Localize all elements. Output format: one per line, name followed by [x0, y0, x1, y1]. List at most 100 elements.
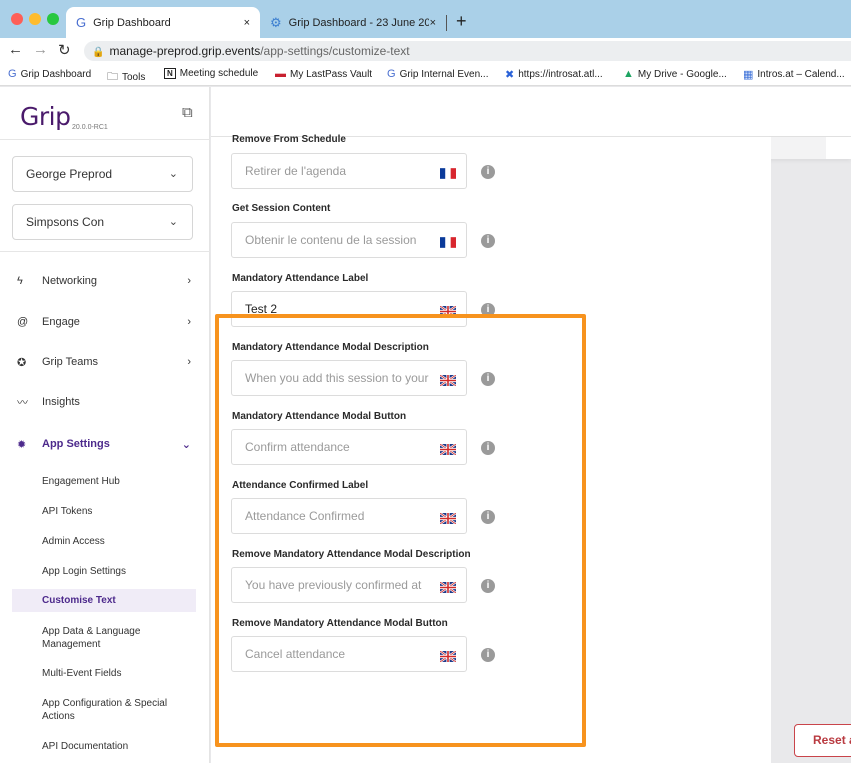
- subitem-api-documentation[interactable]: API Documentation: [42, 740, 192, 753]
- sidebar-item-label: Grip Teams: [42, 356, 99, 368]
- bookmark-label: My Drive - Google...: [637, 68, 727, 80]
- bookmark-label: Tools: [122, 72, 146, 83]
- url-host: manage-preprod.grip.events: [109, 44, 261, 58]
- grip-favicon-icon: G: [76, 15, 87, 30]
- networking-icon: ϟ: [17, 275, 23, 287]
- event-select[interactable]: Simpsons Con ⌄: [12, 204, 193, 240]
- url-input[interactable]: 🔒 manage-preprod.grip.events/app-settings…: [84, 41, 851, 61]
- reset-button[interactable]: Reset a: [794, 724, 851, 757]
- at-icon: @: [17, 316, 29, 328]
- back-arrow-icon[interactable]: ←: [8, 41, 23, 58]
- organisation-select[interactable]: George Preprod ⌄: [12, 156, 193, 192]
- field-label: Mandatory Attendance Label: [232, 273, 369, 284]
- google-drive-icon: ▲: [623, 68, 634, 80]
- reload-icon[interactable]: ↻: [58, 41, 71, 59]
- subitem-customise-text[interactable]: Customise Text: [42, 594, 192, 607]
- version-label: 20.0.0-RC1: [72, 124, 108, 131]
- chevron-down-icon: ⌄: [168, 168, 178, 180]
- floating-tab-strip: [768, 137, 851, 159]
- text-input-get-session-content[interactable]: Obtenir le contenu de la session: [231, 222, 467, 258]
- insights-icon: 〰: [17, 397, 28, 409]
- bookmark-label: Grip Dashboard: [20, 68, 92, 80]
- tab-title: Grip Dashboard - 23 June 202: [288, 16, 429, 29]
- main-content: Remove From Schedule Retirer de l'agenda…: [211, 87, 851, 763]
- customise-text-panel: Remove From Schedule Retirer de l'agenda…: [211, 134, 771, 763]
- address-bar-row: ← → ↻ 🔒 manage-preprod.grip.events/app-se…: [0, 38, 851, 64]
- sidebar-divider: [0, 139, 210, 140]
- sidebar-item-grip-teams[interactable]: ✪ Grip Teams ›: [17, 352, 195, 372]
- sidebar-item-label: Engage: [42, 316, 80, 328]
- bookmark-my-drive[interactable]: ▲ My Drive - Google...: [623, 68, 727, 80]
- organisation-select-value: George Preprod: [26, 167, 113, 181]
- grip-logo: Grip: [20, 102, 71, 131]
- copy-icon[interactable]: ⧉: [182, 104, 193, 121]
- bookmark-label: https://introsat.atl...: [518, 69, 603, 80]
- chevron-right-icon: ›: [187, 356, 191, 368]
- grip-icon: G: [387, 68, 396, 80]
- browser-tab-grip-dashboard[interactable]: G Grip Dashboard ×: [66, 7, 260, 38]
- bookmark-label: My LastPass Vault: [290, 68, 373, 80]
- subitem-app-login-settings[interactable]: App Login Settings: [42, 565, 192, 578]
- url-path: /app-settings/customize-text: [260, 44, 410, 58]
- input-value: Retirer de l'agenda: [245, 164, 347, 178]
- subitem-app-data-language[interactable]: App Data & Language Management: [42, 625, 162, 651]
- france-flag-icon: [440, 166, 456, 179]
- content-top-bar: [211, 87, 851, 137]
- chevron-right-icon: ›: [187, 316, 191, 328]
- folder-icon: 🗀: [107, 71, 118, 83]
- bookmark-label: Meeting schedule: [179, 68, 259, 79]
- france-flag-icon: [440, 235, 456, 248]
- bookmark-lastpass[interactable]: ▬ My LastPass Vault: [275, 68, 372, 80]
- lastpass-icon: ▬: [275, 68, 286, 80]
- field-label: Get Session Content: [232, 203, 331, 214]
- event-select-value: Simpsons Con: [26, 215, 105, 229]
- browser-tab-bar: G Grip Dashboard × ⚙ Grip Dashboard - 23…: [0, 0, 851, 38]
- close-tab-icon[interactable]: ×: [430, 17, 436, 29]
- zoom-window-button[interactable]: [47, 13, 59, 25]
- bookmark-meeting-schedule[interactable]: N Meeting schedule: [164, 68, 258, 79]
- close-window-button[interactable]: [11, 13, 23, 25]
- app-root: Grip 20.0.0-RC1 ⧉ George Preprod ⌄ Simps…: [0, 87, 851, 763]
- text-input-remove-from-schedule[interactable]: Retirer de l'agenda: [231, 153, 467, 189]
- subitem-multi-event-fields[interactable]: Multi-Event Fields: [42, 667, 192, 680]
- jira-icon: ✖: [505, 69, 515, 81]
- sidebar-item-label: Insights: [42, 396, 80, 408]
- field-label: Remove From Schedule: [232, 134, 346, 145]
- forward-arrow-icon[interactable]: →: [33, 41, 48, 58]
- new-tab-button[interactable]: +: [456, 11, 467, 32]
- subitem-engagement-hub[interactable]: Engagement Hub: [42, 475, 192, 488]
- bookmarks-bar: G Grip Dashboard 🗀 Tools N Meeting schedule…: [0, 64, 851, 86]
- sidebar-item-label: Networking: [42, 275, 98, 287]
- gear-favicon-icon: ⚙: [270, 14, 282, 30]
- bookmark-introsat[interactable]: ✖ https://introsat.atl...: [505, 68, 603, 81]
- sidebar-item-engage[interactable]: @ Engage ›: [17, 312, 195, 332]
- chevron-right-icon: ›: [187, 275, 191, 287]
- minimize-window-button[interactable]: [29, 13, 41, 25]
- sidebar-item-label: App Settings: [42, 438, 110, 450]
- info-icon[interactable]: i: [481, 165, 495, 179]
- browser-tab-grip-dashboard-june[interactable]: ⚙ Grip Dashboard - 23 June 202 ×: [260, 7, 446, 38]
- subitem-admin-access[interactable]: Admin Access: [42, 535, 192, 548]
- lock-icon: 🔒: [92, 47, 105, 58]
- sidebar-item-app-settings[interactable]: ✹ App Settings ⌄: [17, 434, 195, 454]
- tab-title: Grip Dashboard: [93, 16, 171, 29]
- bookmark-label: Intros.at – Calend...: [757, 69, 845, 80]
- bookmark-label: Grip Internal Even...: [399, 68, 489, 80]
- tab-separator: [446, 15, 447, 31]
- info-icon[interactable]: i: [481, 234, 495, 248]
- bookmark-grip-internal[interactable]: G Grip Internal Even...: [387, 68, 489, 80]
- subitem-api-tokens[interactable]: API Tokens: [42, 505, 192, 518]
- bookmark-grip-dashboard[interactable]: G Grip Dashboard: [8, 68, 91, 80]
- bookmark-tools[interactable]: 🗀 Tools: [107, 68, 146, 85]
- gear-icon: ✹: [17, 438, 27, 451]
- grip-icon: G: [8, 68, 17, 80]
- chevron-down-icon: ⌄: [168, 216, 178, 228]
- sidebar-item-networking[interactable]: ϟ Networking ›: [17, 271, 195, 291]
- input-value: Obtenir le contenu de la session: [245, 233, 417, 247]
- subitem-app-configuration[interactable]: App Configuration & Special Actions: [42, 697, 182, 723]
- close-tab-icon[interactable]: ×: [244, 17, 250, 29]
- sidebar-item-insights[interactable]: 〰 Insights: [17, 392, 195, 412]
- sidebar-divider: [0, 251, 210, 252]
- teams-icon: ✪: [17, 356, 27, 369]
- bookmark-intros-calendar[interactable]: ▦ Intros.at – Calend...: [743, 68, 845, 81]
